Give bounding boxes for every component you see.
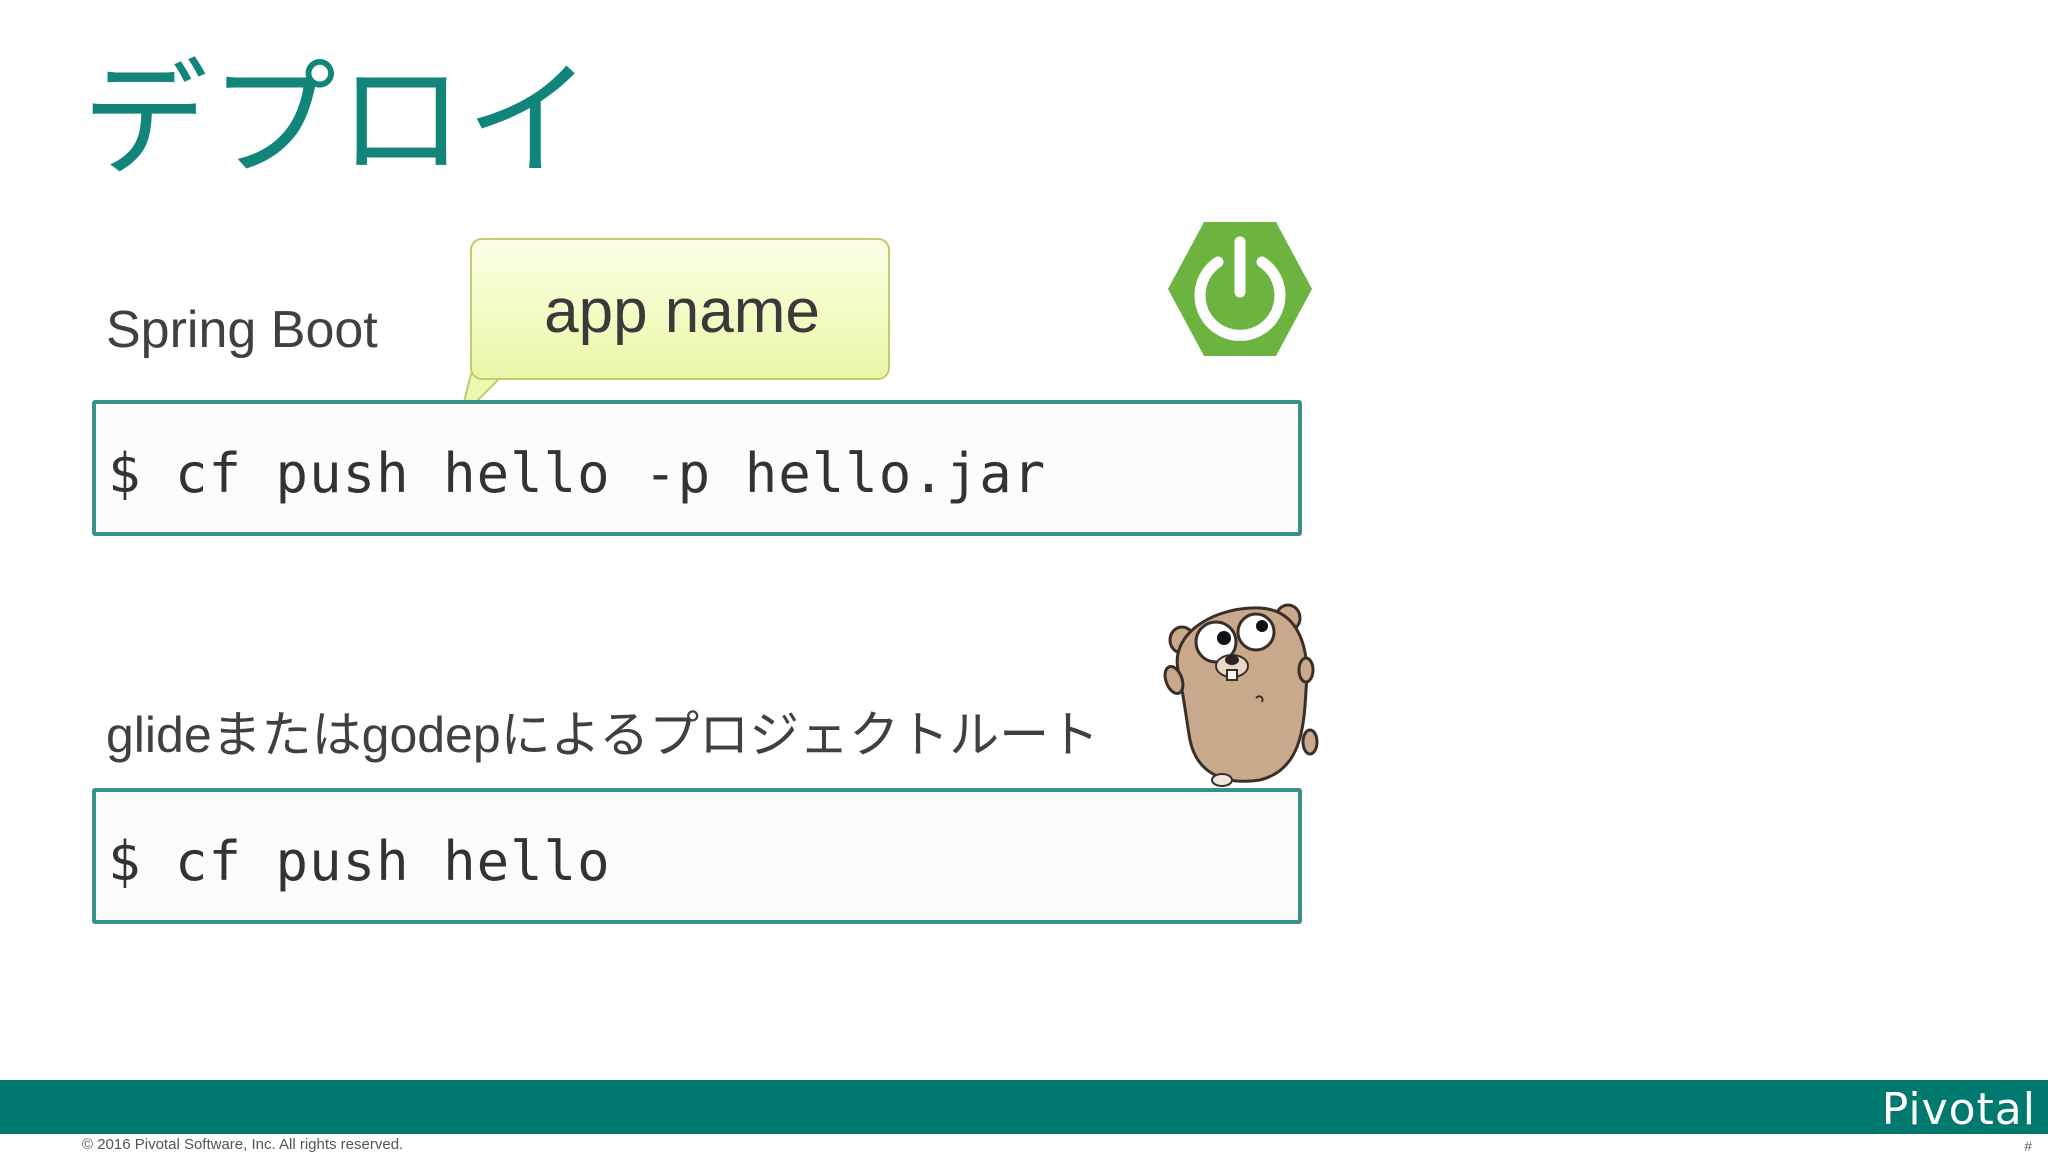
go-command-text: $ cf push hello xyxy=(108,830,611,893)
page-number-marker: # xyxy=(2024,1138,2032,1152)
spring-command-box: $ cf push hello -p hello.jar xyxy=(92,400,1302,536)
pivotal-logo: Pivotal xyxy=(1881,1084,2036,1135)
callout-text: app name xyxy=(544,277,820,346)
go-command-box: $ cf push hello xyxy=(92,788,1302,924)
go-gopher-icon xyxy=(1163,603,1319,787)
slide: デプロイ Spring Boot app name $ cf push hell… xyxy=(0,0,2048,1152)
app-name-callout: app name xyxy=(470,238,890,380)
spring-boot-power-icon xyxy=(1168,222,1312,356)
footer-bar: Pivotal xyxy=(0,1080,2048,1135)
copyright-text: © 2016 Pivotal Software, Inc. All rights… xyxy=(82,1136,404,1152)
go-project-label: glideまたはgodepによるプロジェクトルート xyxy=(106,707,1100,763)
spring-boot-label: Spring Boot xyxy=(106,301,378,359)
spring-command-text: $ cf push hello -p hello.jar xyxy=(108,442,1047,505)
slide-title: デプロイ xyxy=(82,47,594,194)
